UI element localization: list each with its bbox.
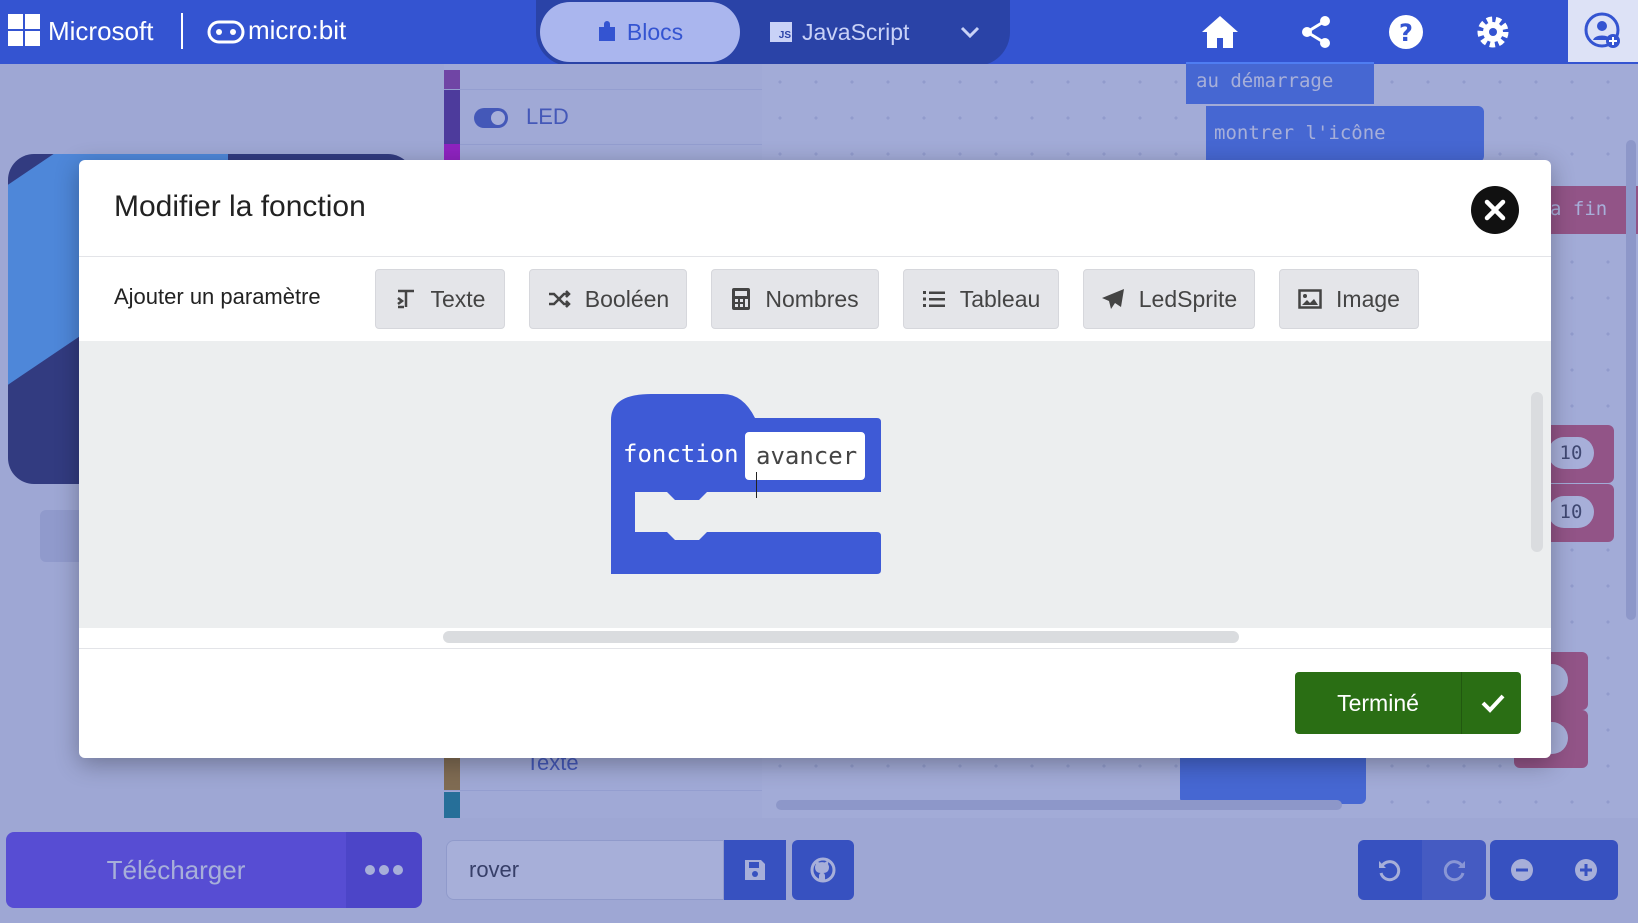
param-button-label: Booléen — [584, 285, 670, 312]
brand-name: Microsoft — [48, 16, 154, 46]
editor-horizontal-scrollbar[interactable] — [443, 631, 1239, 643]
divider — [79, 648, 1551, 649]
divider — [79, 256, 1551, 257]
param-button-label: Image — [1336, 285, 1400, 312]
puzzle-icon — [598, 21, 615, 41]
chevron-down-icon — [960, 26, 980, 38]
shuffle-icon — [548, 290, 571, 308]
function-name-input[interactable]: avancer — [745, 432, 865, 480]
microbit-logo-icon — [207, 20, 245, 44]
tab-javascript[interactable]: JS JavaScript — [770, 2, 940, 62]
microsoft-logo-icon — [8, 14, 40, 46]
tab-javascript-label: JavaScript — [802, 18, 910, 45]
add-array-param-button[interactable]: Tableau — [903, 269, 1059, 329]
text-icon — [396, 289, 414, 309]
settings-button[interactable] — [1473, 12, 1513, 52]
done-separator — [1461, 672, 1462, 734]
home-icon — [1202, 16, 1238, 48]
add-number-param-button[interactable]: Nombres — [711, 269, 879, 329]
close-icon — [1484, 199, 1506, 221]
function-keyword: fonction — [623, 440, 739, 468]
svg-text:?: ? — [1399, 19, 1413, 47]
param-button-label: Nombres — [765, 285, 859, 312]
function-block-shape — [611, 394, 881, 574]
edit-function-dialog: Modifier la fonction Ajouter un paramètr… — [79, 160, 1551, 758]
done-button[interactable]: Terminé — [1295, 672, 1521, 734]
product-name: micro:bit — [248, 15, 347, 45]
add-parameter-label: Ajouter un paramètre — [114, 284, 321, 309]
editor-vertical-scrollbar[interactable] — [1531, 392, 1543, 552]
function-definition-block[interactable]: fonction avancer — [611, 394, 881, 574]
share-icon — [1302, 16, 1330, 48]
param-button-label: Texte — [430, 285, 486, 312]
home-button[interactable] — [1200, 12, 1240, 52]
settings-icon — [1477, 16, 1509, 48]
header-divider — [181, 13, 183, 49]
param-button-label: Tableau — [959, 285, 1041, 312]
dialog-title: Modifier la fonction — [114, 190, 366, 223]
add-text-param-button[interactable]: Texte — [375, 269, 505, 329]
list-icon — [922, 291, 945, 307]
tab-blocks[interactable]: Blocs — [540, 2, 740, 62]
javascript-icon: JS — [770, 22, 792, 42]
profile-icon — [1584, 12, 1620, 48]
close-button[interactable] — [1471, 186, 1519, 234]
add-ledsprite-param-button[interactable]: LedSprite — [1083, 269, 1255, 329]
image-icon — [1298, 289, 1322, 309]
profile-button[interactable] — [1568, 0, 1638, 62]
paper-plane-icon — [1101, 289, 1124, 309]
tab-blocks-label: Blocs — [626, 18, 684, 45]
param-button-label: LedSprite — [1138, 285, 1238, 312]
share-button[interactable] — [1296, 12, 1336, 52]
add-boolean-param-button[interactable]: Booléen — [529, 269, 687, 329]
checkmark-icon — [1465, 672, 1521, 734]
help-button[interactable]: ? — [1386, 12, 1426, 52]
done-button-label: Terminé — [1337, 690, 1419, 716]
help-icon: ? — [1389, 15, 1423, 49]
language-dropdown-button[interactable] — [950, 14, 990, 50]
calculator-icon — [732, 288, 751, 310]
add-image-param-button[interactable]: Image — [1279, 269, 1419, 329]
